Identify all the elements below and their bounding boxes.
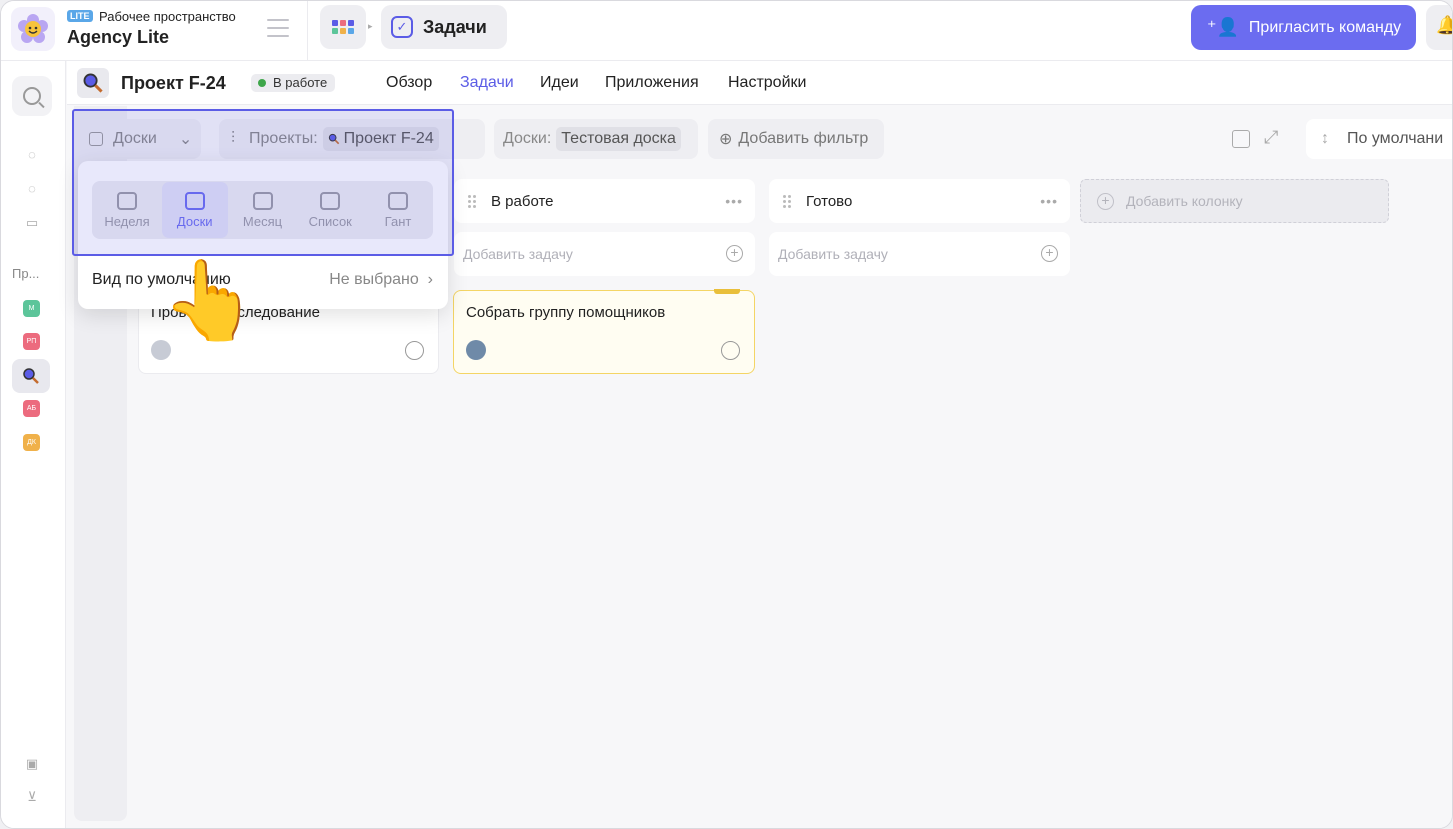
add-column-label: Добавить колонку: [1126, 193, 1243, 209]
sort-label: По умолчани: [1347, 130, 1444, 147]
column-title: Готово: [806, 192, 853, 210]
sidebar-project-m[interactable]: М: [23, 300, 40, 317]
sidebar-project-ab[interactable]: АБ: [23, 400, 40, 417]
sort-arrow-icon: ↕: [1321, 130, 1329, 147]
highlight-box: [72, 109, 454, 256]
boards-filter-chip[interactable]: Тестовая доска: [556, 127, 681, 151]
magnifier-project-icon: [83, 73, 103, 93]
breadcrumb-tasks-label: Задачи: [423, 16, 487, 37]
project-title: Проект F-24: [121, 73, 226, 93]
more-icon[interactable]: •••: [1040, 193, 1058, 209]
invite-team-label: Пригласить команду: [1248, 18, 1402, 36]
workspace-subtitle: Рабочее пространство: [99, 9, 236, 24]
fullscreen-icon[interactable]: ⤢: [1264, 127, 1278, 148]
add-circle-icon: ⊕: [719, 131, 733, 148]
layers-icon[interactable]: ▣: [24, 756, 40, 772]
inbox-icon[interactable]: ⊻: [24, 789, 40, 805]
workspace-logo-icon[interactable]: [11, 7, 55, 51]
search-icon: [23, 87, 41, 105]
status-badge[interactable]: В работе: [251, 74, 336, 92]
project-avatar: [77, 68, 109, 98]
boards-filter[interactable]: Доски: Тестовая доска: [494, 119, 698, 159]
boards-filter-label: Доски:: [503, 130, 552, 147]
more-icon[interactable]: •••: [725, 193, 743, 209]
check-circle-icon[interactable]: ◌: [24, 147, 40, 163]
project-header: Проект F-24 В работе Обзор Задачи Идеи П…: [67, 61, 1452, 105]
plus-icon: +: [726, 245, 743, 262]
app-window: LITE Рабочее пространство Agency Lite ▸ …: [0, 0, 1453, 829]
avatar: [466, 340, 486, 360]
magnifier-project-icon: [23, 368, 39, 384]
sidebar-project-rp[interactable]: РП: [23, 333, 40, 350]
checkbox-icon: ✓: [391, 16, 413, 38]
add-filter-button[interactable]: ⊕ Добавить фильтр: [708, 119, 884, 159]
default-view-row[interactable]: Вид по умолчанию Не выбрано ›: [92, 271, 433, 289]
sort-selector[interactable]: ↕ По умолчани: [1306, 119, 1452, 159]
tab-ideas[interactable]: Идеи: [540, 74, 579, 92]
folder-icon[interactable]: ▭: [24, 215, 40, 231]
drag-handle-icon[interactable]: [783, 194, 791, 208]
breadcrumb-arrow-icon: ▸: [368, 21, 373, 31]
pointing-hand-icon: 👆: [161, 256, 259, 344]
top-bar: LITE Рабочее пространство Agency Lite ▸ …: [1, 1, 1452, 61]
add-user-icon: ⁺👤: [1207, 17, 1239, 37]
search-button[interactable]: [12, 76, 52, 116]
left-sidebar: ◌ ◌ ▭ Пр... М РП АБ ДК ▣ ⊻: [1, 61, 66, 828]
tab-settings[interactable]: Настройки: [728, 74, 806, 92]
column-header-in-progress[interactable]: В работе •••: [454, 179, 755, 223]
column-title: В работе: [491, 192, 554, 210]
workspace-title[interactable]: Agency Lite: [67, 27, 169, 48]
add-task-in-progress[interactable]: Добавить задачу +: [454, 232, 755, 276]
task-card[interactable]: Собрать группу помощников: [453, 289, 755, 374]
bell-icon: 🔔: [1436, 15, 1452, 35]
check-circle-outline-icon[interactable]: ◌: [24, 181, 40, 197]
add-task-done[interactable]: Добавить задачу +: [769, 232, 1070, 276]
save-view-icon[interactable]: [1232, 130, 1250, 148]
complete-task-checkbox[interactable]: [405, 341, 424, 360]
priority-flag: [714, 289, 740, 294]
notifications-button[interactable]: 🔔: [1426, 5, 1452, 50]
task-title: Собрать группу помощников: [466, 304, 666, 321]
divider: [307, 1, 308, 61]
menu-icon[interactable]: [267, 19, 289, 37]
default-view-value: Не выбрано ›: [329, 271, 433, 288]
workspace-plan-badge: LITE: [67, 10, 93, 22]
tab-overview[interactable]: Обзор: [386, 74, 432, 92]
sidebar-project-f24[interactable]: [12, 359, 50, 393]
add-filter-label: Добавить фильтр: [738, 130, 869, 147]
sidebar-project-dk[interactable]: ДК: [23, 434, 40, 451]
apps-grid-button[interactable]: [320, 5, 366, 49]
plus-icon: +: [1097, 192, 1114, 210]
drag-handle-icon[interactable]: [468, 194, 476, 208]
column-header-done[interactable]: Готово •••: [769, 179, 1070, 223]
invite-team-button[interactable]: ⁺👤 Пригласить команду: [1191, 5, 1416, 50]
add-column-button[interactable]: + Добавить колонку: [1080, 179, 1389, 223]
projects-section-label: Пр...: [12, 266, 40, 281]
tab-tasks[interactable]: Задачи: [460, 74, 514, 92]
complete-task-checkbox[interactable]: [721, 341, 740, 360]
breadcrumb-tasks[interactable]: ✓ Задачи: [381, 5, 507, 49]
tab-apps[interactable]: Приложения: [605, 74, 699, 92]
plus-icon: +: [1041, 245, 1058, 262]
